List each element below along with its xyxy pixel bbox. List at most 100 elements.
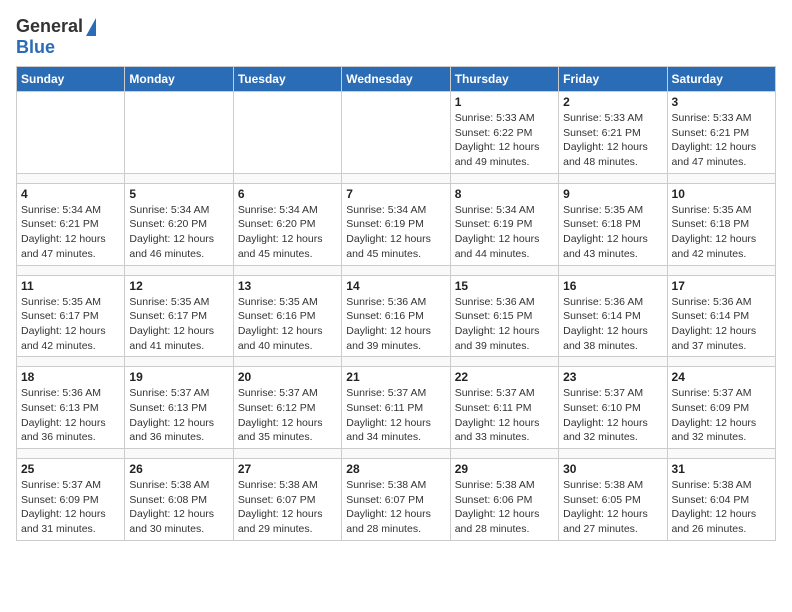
calendar-cell: 8Sunrise: 5:34 AM Sunset: 6:19 PM Daylig… (450, 183, 558, 265)
day-number: 6 (238, 187, 337, 201)
calendar-cell: 31 Sunrise: 5:38 AM Sunset: 6:04 PM Dayli… (667, 459, 775, 541)
day-number: 3 (672, 95, 771, 109)
spacer-cell (342, 173, 450, 183)
day-number: 22 (455, 370, 554, 384)
calendar-header-row: SundayMondayTuesdayWednesdayThursdayFrid… (17, 67, 776, 92)
day-info: Sunrise: 5:35 AM Sunset: 6:18 PM Dayligh… (563, 203, 662, 262)
day-info: Sunrise: 5:37 AM Sunset: 6:09 PM Dayligh… (672, 386, 771, 445)
calendar-week-row: 1Sunrise: 5:33 AM Sunset: 6:22 PM Daylig… (17, 92, 776, 174)
spacer-cell (342, 449, 450, 459)
calendar-cell: 15Sunrise: 5:36 AM Sunset: 6:15 PM Dayli… (450, 275, 558, 357)
calendar-cell: 26 Sunrise: 5:38 AM Sunset: 6:08 PM Dayli… (125, 459, 233, 541)
day-info: Sunrise: 5:33 AM Sunset: 6:21 PM Dayligh… (672, 111, 771, 170)
day-number: 23 (563, 370, 662, 384)
calendar-week-row: 18Sunrise: 5:36 AM Sunset: 6:13 PM Dayli… (17, 367, 776, 449)
day-number: 11 (21, 279, 120, 293)
calendar-cell: 16Sunrise: 5:36 AM Sunset: 6:14 PM Dayli… (559, 275, 667, 357)
spacer-cell (233, 265, 341, 275)
calendar-cell: 25Sunrise: 5:37 AM Sunset: 6:09 PM Dayli… (17, 459, 125, 541)
spacer-cell (450, 265, 558, 275)
day-number: 4 (21, 187, 120, 201)
calendar-cell: 18Sunrise: 5:36 AM Sunset: 6:13 PM Dayli… (17, 367, 125, 449)
spacer-cell (450, 449, 558, 459)
calendar-day-header: Thursday (450, 67, 558, 92)
day-info: Sunrise: 5:36 AM Sunset: 6:13 PM Dayligh… (21, 386, 120, 445)
day-number: 21 (346, 370, 445, 384)
day-info: Sunrise: 5:38 AM Sunset: 6:07 PM Dayligh… (238, 478, 337, 537)
day-info: Sunrise: 5:38 AM Sunset: 6:04 PM Dayligh… (672, 478, 771, 537)
day-info: Sunrise: 5:37 AM Sunset: 6:11 PM Dayligh… (455, 386, 554, 445)
day-number: 17 (672, 279, 771, 293)
spacer-cell (125, 265, 233, 275)
calendar-table: SundayMondayTuesdayWednesdayThursdayFrid… (16, 66, 776, 541)
calendar-week-row: 4Sunrise: 5:34 AM Sunset: 6:21 PM Daylig… (17, 183, 776, 265)
calendar-cell: 10Sunrise: 5:35 AM Sunset: 6:18 PM Dayli… (667, 183, 775, 265)
spacer-cell (450, 173, 558, 183)
spacer-cell (17, 449, 125, 459)
day-number: 12 (129, 279, 228, 293)
day-info: Sunrise: 5:35 AM Sunset: 6:16 PM Dayligh… (238, 295, 337, 354)
day-info: Sunrise: 5:38 AM Sunset: 6:07 PM Dayligh… (346, 478, 445, 537)
calendar-week-row: 11 Sunrise: 5:35 AM Sunset: 6:17 PM Dayli… (17, 275, 776, 357)
logo-general-text: General (16, 16, 83, 37)
spacer-cell (125, 173, 233, 183)
calendar-cell: 11Sunrise: 5:35 AM Sunset: 6:17 PM Dayli… (17, 275, 125, 357)
calendar-cell: 1Sunrise: 5:33 AM Sunset: 6:22 PM Daylig… (450, 92, 558, 174)
spacer-cell (559, 173, 667, 183)
day-info: Sunrise: 5:38 AM Sunset: 6:05 PM Dayligh… (563, 478, 662, 537)
day-number: 16 (563, 279, 662, 293)
day-number: 8 (455, 187, 554, 201)
calendar-cell: 3 Sunrise: 5:33 AM Sunset: 6:21 PM Daylig… (667, 92, 775, 174)
day-number: 26 (129, 462, 228, 476)
day-info: Sunrise: 5:37 AM Sunset: 6:12 PM Dayligh… (238, 386, 337, 445)
calendar-cell: 14Sunrise: 5:36 AM Sunset: 6:16 PM Dayli… (342, 275, 450, 357)
day-info: Sunrise: 5:36 AM Sunset: 6:16 PM Dayligh… (346, 295, 445, 354)
day-info: Sunrise: 5:37 AM Sunset: 6:13 PM Dayligh… (129, 386, 228, 445)
calendar-cell: 19 Sunrise: 5:37 AM Sunset: 6:13 PM Dayli… (125, 367, 233, 449)
spacer-cell (125, 357, 233, 367)
logo-blue-text: Blue (16, 37, 55, 58)
calendar-cell (233, 92, 341, 174)
day-info: Sunrise: 5:38 AM Sunset: 6:08 PM Dayligh… (129, 478, 228, 537)
day-info: Sunrise: 5:34 AM Sunset: 6:20 PM Dayligh… (129, 203, 228, 262)
calendar-cell: 17 Sunrise: 5:36 AM Sunset: 6:14 PM Dayli… (667, 275, 775, 357)
calendar-week-row: 25Sunrise: 5:37 AM Sunset: 6:09 PM Dayli… (17, 459, 776, 541)
spacer-cell (233, 173, 341, 183)
calendar-spacer-row (17, 265, 776, 275)
calendar-day-header: Wednesday (342, 67, 450, 92)
spacer-cell (667, 173, 775, 183)
day-info: Sunrise: 5:37 AM Sunset: 6:11 PM Dayligh… (346, 386, 445, 445)
logo: General Blue (16, 16, 96, 58)
day-info: Sunrise: 5:35 AM Sunset: 6:17 PM Dayligh… (129, 295, 228, 354)
calendar-cell: 12 Sunrise: 5:35 AM Sunset: 6:17 PM Dayli… (125, 275, 233, 357)
calendar-cell: 24Sunrise: 5:37 AM Sunset: 6:09 PM Dayli… (667, 367, 775, 449)
day-number: 29 (455, 462, 554, 476)
calendar-spacer-row (17, 449, 776, 459)
spacer-cell (667, 449, 775, 459)
calendar-cell: 20Sunrise: 5:37 AM Sunset: 6:12 PM Dayli… (233, 367, 341, 449)
day-info: Sunrise: 5:36 AM Sunset: 6:14 PM Dayligh… (672, 295, 771, 354)
calendar-cell: 23Sunrise: 5:37 AM Sunset: 6:10 PM Dayli… (559, 367, 667, 449)
calendar-cell (342, 92, 450, 174)
day-info: Sunrise: 5:34 AM Sunset: 6:20 PM Dayligh… (238, 203, 337, 262)
calendar-cell: 5Sunrise: 5:34 AM Sunset: 6:20 PM Daylig… (125, 183, 233, 265)
day-number: 9 (563, 187, 662, 201)
day-number: 2 (563, 95, 662, 109)
calendar-cell: 29Sunrise: 5:38 AM Sunset: 6:06 PM Dayli… (450, 459, 558, 541)
calendar-cell: 28Sunrise: 5:38 AM Sunset: 6:07 PM Dayli… (342, 459, 450, 541)
spacer-cell (559, 265, 667, 275)
spacer-cell (233, 357, 341, 367)
day-number: 7 (346, 187, 445, 201)
spacer-cell (342, 265, 450, 275)
calendar-cell: 27Sunrise: 5:38 AM Sunset: 6:07 PM Dayli… (233, 459, 341, 541)
day-number: 1 (455, 95, 554, 109)
day-number: 31 (672, 462, 771, 476)
spacer-cell (342, 357, 450, 367)
calendar-spacer-row (17, 173, 776, 183)
calendar-cell: 2Sunrise: 5:33 AM Sunset: 6:21 PM Daylig… (559, 92, 667, 174)
day-number: 19 (129, 370, 228, 384)
calendar-day-header: Monday (125, 67, 233, 92)
day-number: 30 (563, 462, 662, 476)
logo-triangle-icon (86, 18, 96, 36)
calendar-day-header: Saturday (667, 67, 775, 92)
